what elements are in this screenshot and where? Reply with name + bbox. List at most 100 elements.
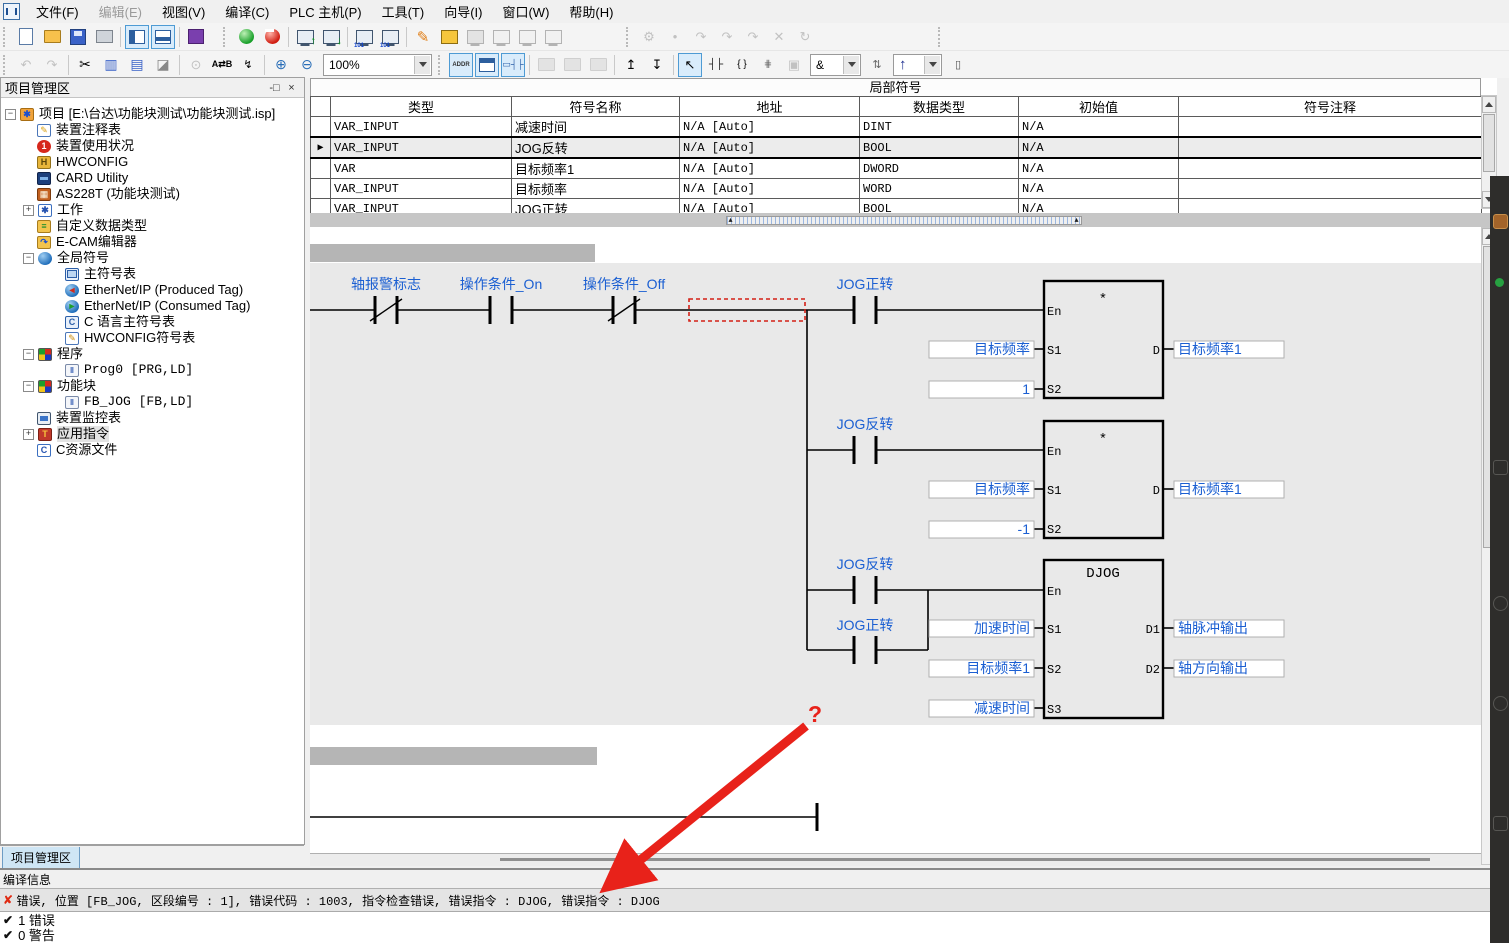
drag-mode-icon[interactable]: ↯	[236, 53, 260, 77]
menu-file[interactable]: 文件(F)	[26, 0, 89, 23]
menu-view[interactable]: 视图(V)	[152, 0, 215, 23]
device-monitor-icon[interactable]: 101	[378, 25, 402, 49]
tree-item-device-comment-table[interactable]: ✎ 装置注释表	[1, 122, 304, 138]
paste-icon[interactable]: ▤	[125, 53, 149, 77]
compile-error-count-row[interactable]: ✔ 1 错误	[0, 912, 1509, 927]
comment-toggle-icon[interactable]: ▭┤├	[501, 53, 525, 77]
save-icon[interactable]	[66, 25, 90, 49]
overlay-app-icon[interactable]	[1493, 214, 1508, 229]
zoom-out-icon[interactable]: ⊖	[295, 53, 319, 77]
select-cursor-icon[interactable]: ↖	[678, 53, 702, 77]
insert-network-below-icon[interactable]: ↧	[645, 53, 669, 77]
function-block-multiply-2[interactable]: * En S1 S2 D	[1044, 421, 1163, 538]
ladder-editor[interactable]: 轴报警标志 操作条件_On 操作条件_Off JOG正转 JOG反转 JOG反转…	[310, 227, 1481, 853]
updown-dropdown-arrow[interactable]	[924, 56, 940, 74]
tree-item-function-blocks[interactable]: − 功能块	[1, 378, 304, 394]
menu-wizard[interactable]: 向导(I)	[434, 0, 492, 23]
tree-item-c-resource-files[interactable]: C C资源文件	[1, 442, 304, 458]
compare-tool-icon[interactable]: ⇅	[865, 53, 889, 77]
col-symbol-name[interactable]: 符号名称	[512, 97, 680, 117]
expand-icon[interactable]: +	[23, 205, 34, 216]
pin-icon[interactable]: -□	[266, 80, 283, 96]
cut-icon[interactable]: ✂	[73, 53, 97, 77]
expand-icon[interactable]: +	[23, 429, 34, 440]
toolbar-grip[interactable]	[3, 27, 10, 47]
tree-item-global-symbols[interactable]: − 全局符号	[1, 250, 304, 266]
tree-item-prog0[interactable]: ‖ Prog0 [PRG,LD]	[1, 362, 304, 378]
col-comment[interactable]: 符号注释	[1179, 97, 1482, 117]
table-row[interactable]: VAR 目标频率1 N/A [Auto] DWORD N/A	[311, 158, 1482, 179]
panel-splitter[interactable]: ▴▴	[310, 213, 1497, 227]
col-type[interactable]: 类型	[331, 97, 512, 117]
splitter-handle[interactable]: ▴▴	[726, 216, 1082, 225]
erase-icon[interactable]: ◪	[151, 53, 175, 77]
contact-tool-icon[interactable]: ┤├	[704, 53, 728, 77]
updown-combo[interactable]: ↑	[893, 54, 942, 76]
tab-project-management[interactable]: 项目管理区	[2, 847, 80, 869]
overlay-ghost-icon[interactable]	[1493, 816, 1508, 831]
table-row[interactable]: VAR_INPUT 减速时间 N/A [Auto] DINT N/A	[311, 117, 1482, 138]
toolbar-grip[interactable]	[223, 27, 230, 47]
tree-item-main-symbol-table[interactable]: 主符号表	[1, 266, 304, 282]
table-row-selected[interactable]: ▶ VAR_INPUT JOG反转 N/A [Auto] BOOL N/A	[311, 137, 1482, 158]
view-output-panel-icon[interactable]	[151, 25, 175, 49]
collapse-icon[interactable]: −	[23, 381, 34, 392]
replace-icon[interactable]: A⇄B	[210, 53, 234, 77]
col-address[interactable]: 地址	[680, 97, 860, 117]
edit-pen-icon[interactable]: ✎	[411, 25, 435, 49]
tree-item-c-symbol-table[interactable]: C C 语言主符号表	[1, 314, 304, 330]
tree-item-fb-jog[interactable]: ‖ FB_JOG [FB,LD]	[1, 394, 304, 410]
upload-from-plc-icon[interactable]: ↓	[319, 25, 343, 49]
zoom-level-combo[interactable]: 100%	[323, 54, 432, 76]
toolbar-grip[interactable]	[626, 27, 633, 47]
tree-item-hwconfig-symbol-table[interactable]: ✎ HWCONFIG符号表	[1, 330, 304, 346]
tree-item-ethernet-produced[interactable]: ◄ EtherNet/IP (Produced Tag)	[1, 282, 304, 298]
insert-network-above-icon[interactable]: ↥	[619, 53, 643, 77]
editor-hscrollbar[interactable]	[310, 853, 1481, 866]
scroll-thumb[interactable]	[1483, 114, 1495, 172]
simulator-stop-icon[interactable]	[260, 25, 284, 49]
tree-item-card-utility[interactable]: CARD Utility	[1, 170, 304, 186]
coil-block-icon[interactable]: ▯	[946, 53, 970, 77]
menu-help[interactable]: 帮助(H)	[559, 0, 623, 23]
zoom-in-icon[interactable]: ⊕	[269, 53, 293, 77]
tree-item-programs[interactable]: − 程序	[1, 346, 304, 362]
simulator-run-icon[interactable]	[234, 25, 258, 49]
scroll-up-icon[interactable]	[1482, 96, 1496, 113]
collapse-icon[interactable]: −	[23, 253, 34, 264]
tree-item-ecam-editor[interactable]: ↷ E-CAM编辑器	[1, 234, 304, 250]
window-mode-icon[interactable]	[475, 53, 499, 77]
close-icon[interactable]: ×	[283, 80, 300, 96]
table-row[interactable]: VAR_INPUT 目标频率 N/A [Auto] WORD N/A	[311, 179, 1482, 199]
tree-item-project-root[interactable]: − ✱ 项目 [E:\台达\功能块测试\功能块测试.isp]	[1, 106, 304, 122]
new-file-icon[interactable]	[14, 25, 38, 49]
col-data-type[interactable]: 数据类型	[860, 97, 1019, 117]
collapse-icon[interactable]: −	[23, 349, 34, 360]
tree-item-device-monitor-table[interactable]: 装置监控表	[1, 410, 304, 426]
help-book-icon[interactable]	[184, 25, 208, 49]
network-comment-bar-2[interactable]	[310, 747, 597, 765]
zoom-dropdown-arrow[interactable]	[414, 56, 430, 74]
operator-dropdown-arrow[interactable]	[843, 56, 859, 74]
view-project-panel-icon[interactable]	[125, 25, 149, 49]
tree-item-as228t[interactable]: ▦ AS228T (功能块测试)	[1, 186, 304, 202]
tree-item-applied-instructions[interactable]: + T 应用指令	[1, 426, 304, 442]
copy-icon[interactable]: ▥	[99, 53, 123, 77]
tree-item-device-usage[interactable]: 1 装置使用状况	[1, 138, 304, 154]
open-file-icon[interactable]	[40, 25, 64, 49]
network-comment-bar-1[interactable]	[310, 244, 595, 262]
address-toggle-icon[interactable]: ADDR	[449, 53, 473, 77]
function-block-djog[interactable]: DJOG En S1 S2 S3 D1 D2	[1044, 560, 1163, 718]
operator-combo[interactable]: &	[810, 54, 861, 76]
online-monitor-icon[interactable]: 101	[352, 25, 376, 49]
monitor-table-icon[interactable]	[437, 25, 461, 49]
menu-plc[interactable]: PLC 主机(P)	[279, 0, 371, 23]
menu-compile[interactable]: 编译(C)	[215, 0, 279, 23]
menu-tools[interactable]: 工具(T)	[372, 0, 435, 23]
network-tool-icon[interactable]: ⋕	[756, 53, 780, 77]
download-to-plc-icon[interactable]: ↑	[293, 25, 317, 49]
toolbar-grip[interactable]	[938, 27, 945, 47]
collapse-icon[interactable]: −	[5, 109, 16, 120]
function-block-multiply-1[interactable]: * En S1 S2 D	[1044, 281, 1163, 398]
print-icon[interactable]	[92, 25, 116, 49]
